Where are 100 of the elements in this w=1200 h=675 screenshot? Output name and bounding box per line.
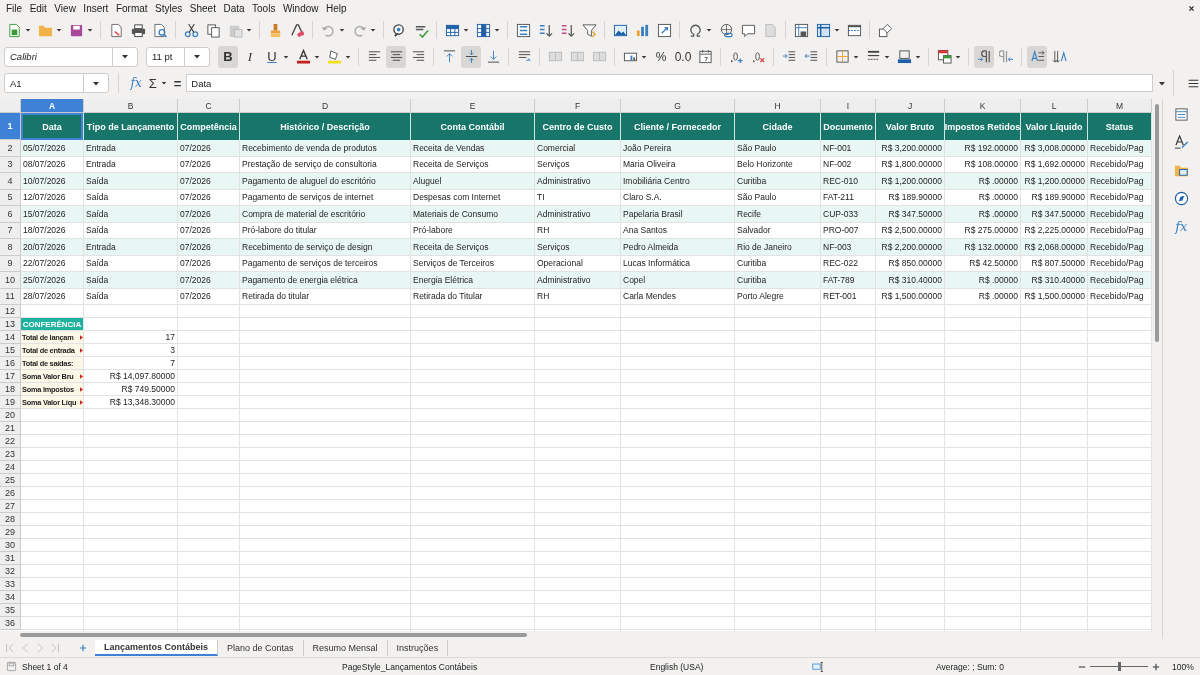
row-header[interactable]: 10 [0,272,21,289]
expand-icon[interactable] [1158,80,1167,86]
caret-icon[interactable] [283,54,289,59]
row-header[interactable]: 33 [0,578,21,591]
caret-icon[interactable] [884,54,890,59]
row-header[interactable]: 30 [0,539,21,552]
caret-icon[interactable] [193,54,201,59]
row-header[interactable]: 21 [0,422,21,435]
close-icon[interactable] [1188,5,1195,12]
underline-button[interactable]: U [262,45,282,68]
gallery-icon[interactable] [1173,163,1189,178]
menu-item[interactable]: Edit [28,3,53,14]
font-name-field[interactable]: Calibri [4,46,138,67]
row-header[interactable]: 13 [0,318,21,331]
caret-icon[interactable] [834,28,840,32]
menu-item[interactable]: Tools [251,3,281,14]
caret-icon[interactable] [339,28,345,32]
row-header[interactable]: 4 [0,173,21,190]
row-header[interactable]: 24 [0,461,21,474]
caret-icon[interactable] [92,80,101,86]
row-header[interactable]: 34 [0,591,21,604]
caret-icon[interactable] [25,28,31,32]
row-header[interactable]: 1 [0,113,21,140]
row-header[interactable]: 18 [0,383,21,396]
row-header[interactable]: 15 [0,344,21,357]
caret-icon[interactable] [494,28,500,32]
header-cell[interactable]: Cliente / Fornecedor [621,113,735,140]
align-middle-button[interactable] [461,45,481,68]
caret-icon[interactable] [314,54,320,59]
sheet-tab[interactable]: Resumo Mensal [303,640,388,656]
row-header[interactable]: 19 [0,396,21,409]
header-cell[interactable]: Status [1088,113,1152,140]
scrollbar-thumb[interactable] [1155,104,1159,342]
row-header[interactable]: 12 [0,305,21,318]
caret-icon[interactable] [246,28,252,32]
menu-item[interactable]: Styles [154,3,188,14]
navigator-icon[interactable] [1173,191,1189,206]
row-header[interactable]: 29 [0,526,21,539]
column-header[interactable]: A [21,99,84,113]
header-cell[interactable]: Tipo de Lançamento [84,113,178,140]
font-size-field[interactable]: 11 pt [146,46,210,67]
row-header[interactable]: 27 [0,500,21,513]
zoom-slider-thumb[interactable] [1118,662,1121,671]
caret-icon[interactable] [706,28,712,32]
caret-icon[interactable] [87,28,93,32]
caret-icon[interactable] [160,81,167,85]
header-cell[interactable]: Data [21,113,84,140]
header-cell[interactable]: Conta Contábil [411,113,535,140]
function-wizard-button[interactable]: fx [128,76,144,90]
header-cell[interactable]: Competência [178,113,240,140]
zoom-level[interactable]: 100% [1172,661,1194,672]
caret-icon[interactable] [56,28,62,32]
caret-icon[interactable] [955,54,961,59]
text-horizontal-button[interactable] [1027,45,1047,68]
header-cell[interactable]: Cidade [735,113,821,140]
caret-icon[interactable] [641,54,647,59]
number-format-button[interactable]: 0.0 [673,45,693,68]
row-header[interactable]: 35 [0,604,21,617]
row-header[interactable]: 22 [0,435,21,448]
row-header[interactable]: 26 [0,487,21,500]
caret-icon[interactable] [463,28,469,32]
caret-icon[interactable] [121,54,129,59]
formula-input[interactable]: Data [186,74,1154,92]
row-header[interactable]: 31 [0,552,21,565]
caret-icon[interactable] [853,54,859,59]
row-header[interactable]: 17 [0,370,21,383]
header-cell[interactable]: Valor Líquido [1021,113,1088,140]
row-header[interactable]: 28 [0,513,21,526]
row-header[interactable]: 6 [0,206,21,223]
menu-item[interactable]: Window [281,3,324,14]
header-cell[interactable]: Valor Bruto [876,113,945,140]
menu-item[interactable]: Insert [82,3,114,14]
header-cell[interactable]: Histórico / Descrição [240,113,411,140]
menu-item[interactable]: View [53,3,82,14]
row-header[interactable]: 36 [0,617,21,630]
add-sheet-icon[interactable] [79,644,87,652]
row-header[interactable]: 14 [0,331,21,344]
zoom-in-icon[interactable] [1152,662,1160,671]
scrollbar-thumb[interactable] [20,633,527,637]
align-center-button[interactable] [386,45,406,68]
sheet-tab[interactable]: Plano de Contas [218,640,304,656]
menu-item[interactable]: Sheet [188,3,222,14]
row-header[interactable]: 25 [0,474,21,487]
name-box[interactable]: A1 [4,73,110,93]
bold-button[interactable]: B [218,45,238,68]
header-cell[interactable]: Documento [821,113,876,140]
caret-icon[interactable] [915,54,921,59]
number-format-button[interactable]: % [651,45,671,68]
header-cell[interactable]: Impostos Retidos [945,113,1021,140]
selection-mode-icon[interactable] [810,660,826,673]
menu-item[interactable]: File [5,3,28,14]
sheet-tab[interactable]: Lançamentos Contábeis [95,640,219,656]
caret-icon[interactable] [370,28,376,32]
functions-button[interactable]: fx [1175,219,1188,234]
italic-button[interactable]: I [240,45,260,68]
row-header[interactable]: 2 [0,140,21,157]
styles-icon[interactable] [1173,135,1189,150]
menu-item[interactable]: Data [222,3,251,14]
row-header[interactable]: 20 [0,409,21,422]
left-to-right-button[interactable] [974,45,994,68]
